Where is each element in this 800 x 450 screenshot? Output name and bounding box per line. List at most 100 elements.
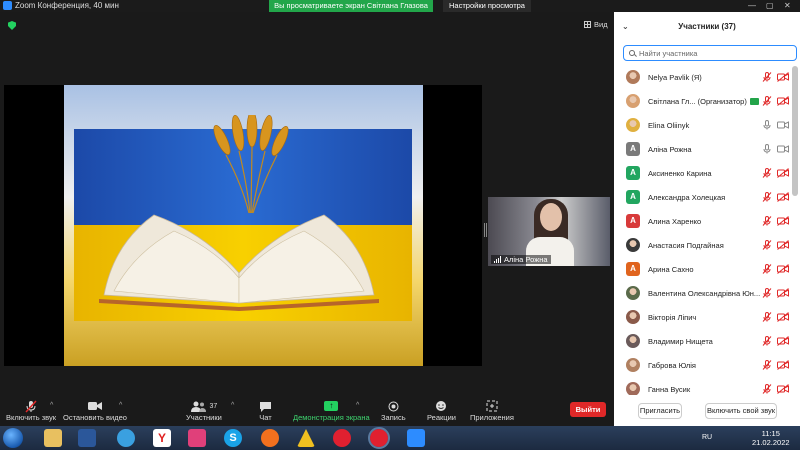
audio-options-chevron-icon[interactable]: ^	[50, 402, 53, 409]
participant-row[interactable]: Світлана Гл... (Организатор)	[614, 89, 794, 113]
avatar	[626, 118, 640, 132]
browser-icon[interactable]	[117, 429, 135, 447]
yandex-icon[interactable]: Y	[153, 429, 171, 447]
media-player-icon[interactable]	[188, 429, 206, 447]
microphone-muted-icon	[762, 264, 772, 274]
camera-off-icon	[777, 312, 789, 322]
participant-name: Вікторія Ліпич	[648, 312, 697, 322]
open-book-icon	[99, 214, 379, 311]
microphone-icon	[763, 120, 771, 130]
chat-button[interactable]: Чат	[259, 398, 272, 422]
microphone-muted-icon	[762, 96, 772, 106]
record-button[interactable]: Запись	[381, 398, 406, 422]
camera-icon	[777, 121, 789, 129]
share-options-chevron-icon[interactable]: ^	[356, 402, 359, 409]
splitter-handle[interactable]	[484, 223, 487, 237]
participant-name: Nelya Pavlik (Я)	[648, 72, 702, 82]
host-badge-icon	[749, 98, 759, 106]
zoom-taskbar-icon[interactable]	[407, 429, 425, 447]
participant-row[interactable]: Ганна Вусик	[614, 377, 794, 395]
maximize-icon[interactable]: ▢	[766, 1, 774, 10]
participant-row[interactable]: А Александра Холецкая	[614, 185, 794, 209]
clock[interactable]: 11:15 21.02.2022	[752, 429, 790, 447]
participant-row[interactable]: Вікторія Ліпич	[614, 305, 794, 329]
camera-icon	[87, 399, 102, 413]
stop-video-button[interactable]: Остановить видео	[63, 398, 127, 422]
start-button-icon[interactable]	[3, 428, 23, 448]
participant-row[interactable]: Анастасия Подгайная	[614, 233, 794, 257]
avatar	[626, 286, 640, 300]
panel-header: ⌄ Участники (37)	[614, 12, 800, 42]
leave-button[interactable]: Выйти	[570, 402, 606, 417]
participant-search-input[interactable]: Найти участника	[623, 45, 797, 61]
avatar: А	[626, 214, 640, 228]
word-icon[interactable]	[78, 429, 96, 447]
avatar	[626, 70, 640, 84]
camera-off-icon	[777, 264, 789, 274]
opera-icon[interactable]	[333, 429, 351, 447]
camera-off-icon	[777, 192, 789, 202]
participant-row[interactable]: Валентина Олександрівна Юн...	[614, 281, 794, 305]
app-title: Zoom Конференция, 40 мин	[3, 1, 119, 10]
microphone-muted-icon	[762, 72, 772, 82]
unmute-me-button[interactable]: Включить свой звук	[705, 403, 777, 419]
invite-button[interactable]: Пригласить	[638, 403, 682, 419]
participants-icon: 37	[190, 399, 218, 413]
app-triangle-icon[interactable]	[297, 429, 315, 447]
avatar	[626, 382, 640, 395]
microphone-icon	[763, 144, 771, 154]
security-shield-icon[interactable]	[8, 21, 16, 30]
close-icon[interactable]: ✕	[784, 1, 791, 10]
participant-row[interactable]: А Арина Сахно	[614, 257, 794, 281]
participant-name: Elina Oliinyk	[648, 120, 690, 130]
participant-name: Анастасия Подгайная	[648, 240, 724, 250]
zoom-logo-icon	[3, 1, 12, 10]
view-button[interactable]: Вид	[584, 20, 608, 29]
participants-count: 37	[209, 402, 218, 410]
camera-off-icon	[777, 168, 789, 178]
participant-name: Александра Холецкая	[648, 192, 726, 202]
opera-active-icon[interactable]	[368, 427, 390, 449]
view-options-button[interactable]: Настройки просмотра	[443, 0, 531, 12]
participant-row[interactable]: А Аксиненко Карина	[614, 161, 794, 185]
microphone-muted-icon	[762, 336, 772, 346]
reactions-button[interactable]: Реакции	[427, 398, 456, 422]
windows-taskbar: Y S RU 11:15 21.02.2022	[0, 426, 800, 450]
skype-icon[interactable]: S	[224, 429, 242, 447]
participants-options-chevron-icon[interactable]: ^	[231, 402, 234, 409]
participant-video-tile[interactable]: Аліна Рожна	[488, 197, 610, 266]
minimize-icon[interactable]: —	[748, 1, 756, 10]
participants-panel: ⌄ Участники (37) Найти участника Nelya P…	[614, 12, 800, 426]
participant-row[interactable]: Nelya Pavlik (Я)	[614, 65, 794, 89]
participant-row[interactable]: Владимир Нищета	[614, 329, 794, 353]
participant-row[interactable]: Габрова Юлія	[614, 353, 794, 377]
participant-name: Валентина Олександрівна Юн...	[648, 288, 761, 298]
participant-row[interactable]: А Аліна Рожна	[614, 137, 794, 161]
participants-button[interactable]: 37 Участники	[186, 398, 222, 422]
avatar	[626, 94, 640, 108]
microphone-muted-icon	[762, 384, 772, 394]
camera-off-icon	[777, 384, 789, 394]
microphone-muted-icon	[25, 399, 37, 413]
camera-off-icon	[777, 288, 789, 298]
firefox-icon[interactable]	[261, 429, 279, 447]
avatar: А	[626, 190, 640, 204]
apps-button[interactable]: Приложения	[470, 398, 514, 422]
participant-list-scrollbar[interactable]	[792, 66, 798, 196]
participant-row[interactable]: Elina Oliinyk	[614, 113, 794, 137]
meeting-toolbar: Включить звук ^ Остановить видео ^ 37 Уч…	[0, 398, 614, 426]
participant-name: Аксиненко Карина	[648, 168, 712, 178]
share-banner: Вы просматриваете экран Світлана Глазова	[269, 0, 433, 12]
wheat-icon	[213, 115, 289, 214]
participant-name: Світлана Гл... (Организатор)	[648, 97, 759, 106]
avatar: А	[626, 142, 640, 156]
language-indicator[interactable]: RU	[702, 434, 712, 441]
file-explorer-icon[interactable]	[44, 429, 62, 447]
microphone-muted-icon	[762, 288, 772, 298]
camera-off-icon	[777, 72, 789, 82]
video-options-chevron-icon[interactable]: ^	[119, 402, 122, 409]
unmute-button[interactable]: Включить звук	[6, 398, 56, 422]
apps-icon	[486, 399, 498, 413]
participant-row[interactable]: А Алина Харенко	[614, 209, 794, 233]
camera-off-icon	[777, 96, 789, 106]
